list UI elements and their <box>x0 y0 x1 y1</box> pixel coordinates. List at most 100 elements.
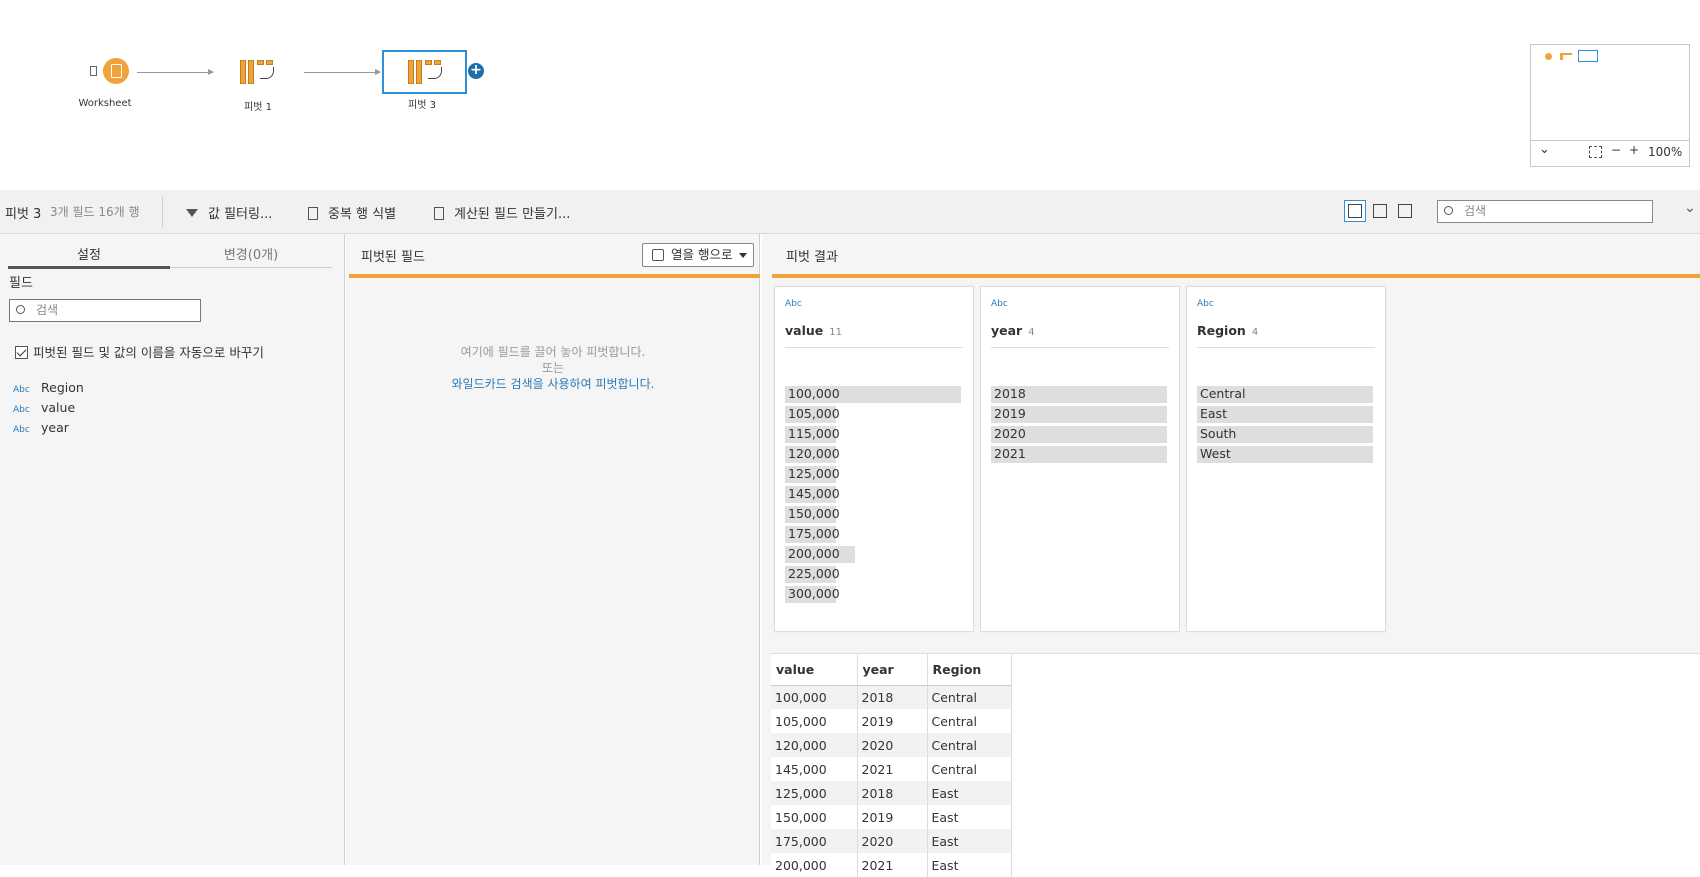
string-type-icon: Abc <box>13 385 30 395</box>
profile-value-label: East <box>1200 406 1227 421</box>
tab-settings[interactable]: 설정 <box>8 244 170 269</box>
table-row[interactable]: 175,000 2020 East <box>771 829 1012 853</box>
chevron-down-icon[interactable]: ⌄ <box>1684 200 1696 216</box>
zoom-out-icon[interactable]: − <box>1611 143 1621 157</box>
table-row[interactable]: 120,000 2020 Central <box>771 733 1012 757</box>
table-row[interactable]: 145,000 2021 Central <box>771 757 1012 781</box>
duplicate-rows-icon <box>308 207 318 220</box>
toolbar-search-placeholder: 검색 <box>1464 204 1487 218</box>
profile-value-bar[interactable]: Central <box>1197 385 1373 405</box>
profile-value-list: 2018 2019 2020 2021 <box>991 385 1167 465</box>
flow-canvas[interactable]: Worksheet 피벗 1 피벗 3 + ⌄ − + 100% <box>0 0 1700 190</box>
string-type-icon: Abc <box>785 299 802 309</box>
flow-node-pivot-3[interactable] <box>382 50 467 94</box>
profile-value-bar[interactable]: 2021 <box>991 445 1167 465</box>
flow-minimap[interactable]: ⌄ − + 100% <box>1530 44 1690 167</box>
chevron-down-icon[interactable]: ⌄ <box>1539 142 1550 157</box>
profile-value-bar[interactable]: 105,000 <box>785 405 961 425</box>
drop-hint: 여기에 필드를 끌어 놓아 피벗합니다. <box>460 345 646 359</box>
settings-tabs: 설정 변경(0개) <box>8 240 332 269</box>
wildcard-pivot-link[interactable]: 와일드카드 검색을 사용하여 피벗합니다. <box>452 377 655 391</box>
create-calculated-field-label: 계산된 필드 만들기... <box>454 207 571 222</box>
identify-duplicates-label: 중복 행 식별 <box>328 207 397 222</box>
data-grid-button[interactable] <box>1394 200 1416 222</box>
caret-down-icon <box>739 253 747 258</box>
minimap-view[interactable] <box>1531 45 1689 141</box>
tab-changes[interactable]: 변경(0개) <box>170 244 332 263</box>
string-type-icon: Abc <box>1197 299 1214 309</box>
profile-value-bar[interactable]: 150,000 <box>785 505 961 525</box>
profile-value-bar[interactable]: 2019 <box>991 405 1167 425</box>
profile-value-label: South <box>1200 426 1237 441</box>
data-grid[interactable]: value year Region 100,000 2018 Central 105,… <box>771 653 1700 877</box>
table-cell: 150,000 <box>771 805 858 829</box>
results-accent <box>772 274 1700 278</box>
field-item-year[interactable]: Abc year <box>13 420 69 435</box>
profile-value-label: 2020 <box>994 426 1026 441</box>
table-cell: East <box>927 805 1012 829</box>
table-row[interactable]: 105,000 2019 Central <box>771 709 1012 733</box>
minimap-node-icon <box>1545 53 1552 60</box>
add-step-icon[interactable]: + <box>468 63 484 79</box>
profile-card-value[interactable]: Abc value 11 100,000 105,000 115,000 120,000… <box>774 286 974 632</box>
pivot-type-label: 열을 행으로 <box>671 247 733 262</box>
pivot-columns-to-rows-icon <box>652 249 664 261</box>
column-header[interactable]: year <box>857 654 928 686</box>
auto-rename-option[interactable]: 피벗된 필드 및 값의 이름을 자동으로 바꾸기 <box>15 342 264 361</box>
profile-card-count: 4 <box>1251 327 1259 338</box>
column-header[interactable]: value <box>771 654 858 686</box>
table-row[interactable]: 100,000 2018 Central <box>771 685 1012 709</box>
table-cell: 175,000 <box>771 829 858 853</box>
profile-value-bar[interactable]: 2020 <box>991 425 1167 445</box>
profile-view-button[interactable] <box>1344 200 1366 222</box>
field-item-region[interactable]: Abc Region <box>13 380 84 395</box>
search-icon <box>16 305 25 314</box>
field-search-input[interactable]: 검색 <box>9 299 201 322</box>
profile-value-bar[interactable]: 100,000 <box>785 385 961 405</box>
table-cell: 125,000 <box>771 781 858 805</box>
profile-value-bar[interactable]: 225,000 <box>785 565 961 585</box>
zoom-in-icon[interactable]: + <box>1629 143 1639 157</box>
flow-node-worksheet[interactable]: Worksheet <box>78 58 132 109</box>
profile-value-bar[interactable]: 175,000 <box>785 525 961 545</box>
list-view-button[interactable] <box>1369 200 1391 222</box>
profile-value-bar[interactable]: 300,000 <box>785 585 961 605</box>
profile-value-bar[interactable]: 125,000 <box>785 465 961 485</box>
table-row[interactable]: 150,000 2019 East <box>771 805 1012 829</box>
table-cell: 2018 <box>857 781 928 805</box>
profile-value-label: 2021 <box>994 446 1026 461</box>
profile-value-bar[interactable]: 120,000 <box>785 445 961 465</box>
profile-value-bar[interactable]: 200,000 <box>785 545 961 565</box>
drop-hint-or: 또는 <box>541 361 565 375</box>
profile-card-region[interactable]: Abc Region 4 Central East South West <box>1186 286 1386 632</box>
toolbar-search-input[interactable]: 검색 <box>1437 200 1653 223</box>
profile-value-label: 115,000 <box>788 426 840 441</box>
column-header[interactable]: Region <box>927 654 1012 686</box>
identify-duplicates-button[interactable]: 중복 행 식별 <box>308 203 396 222</box>
fields-title: 필드 <box>9 276 33 291</box>
profile-value-label: 2019 <box>994 406 1026 421</box>
filter-values-label: 값 필터링... <box>208 207 273 222</box>
profile-card-year[interactable]: Abc year 4 2018 2019 2020 2021 <box>980 286 1180 632</box>
pivot-type-dropdown[interactable]: 열을 행으로 <box>642 243 754 267</box>
profile-value-label: 175,000 <box>788 526 840 541</box>
flow-node-pivot-1[interactable]: 피벗 1 <box>238 58 278 113</box>
profile-value-bar[interactable]: East <box>1197 405 1373 425</box>
profile-value-bar[interactable]: West <box>1197 445 1373 465</box>
minimap-node-icon <box>1560 53 1572 60</box>
filter-values-button[interactable]: 값 필터링... <box>186 203 272 222</box>
flow-connector <box>137 69 214 75</box>
profile-value-bar[interactable]: 145,000 <box>785 485 961 505</box>
profile-value-bar[interactable]: 115,000 <box>785 425 961 445</box>
table-row[interactable]: 125,000 2018 East <box>771 781 1012 805</box>
create-calculated-field-button[interactable]: 계산된 필드 만들기... <box>434 203 570 222</box>
field-item-value[interactable]: Abc value <box>13 400 75 415</box>
auto-rename-label: 피벗된 필드 및 값의 이름을 자동으로 바꾸기 <box>33 345 264 360</box>
tab-changes-label: 변경(0개) <box>223 248 279 263</box>
fit-to-screen-icon[interactable] <box>1589 146 1602 158</box>
profile-value-bar[interactable]: South <box>1197 425 1373 445</box>
table-row[interactable]: 200,000 2021 East <box>771 853 1012 877</box>
profile-value-bar[interactable]: 2018 <box>991 385 1167 405</box>
string-type-icon: Abc <box>13 425 30 435</box>
auto-rename-checkbox[interactable] <box>15 346 28 359</box>
